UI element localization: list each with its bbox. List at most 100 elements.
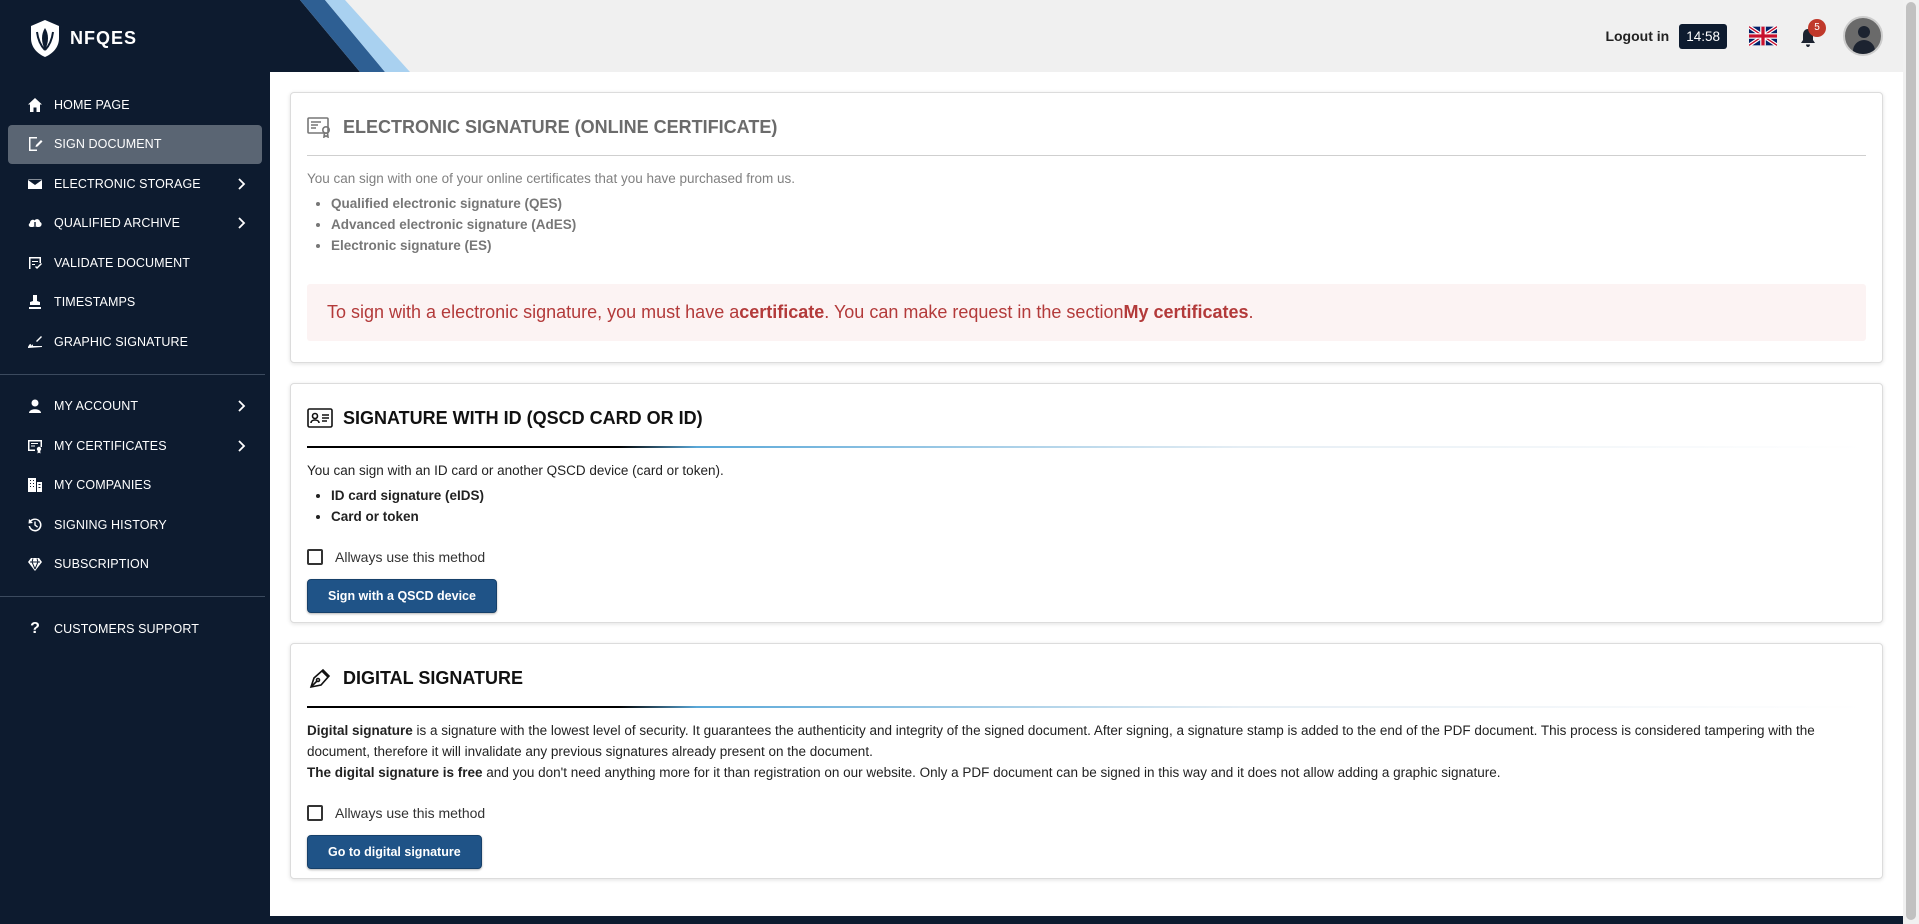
sidebar-item-home-page[interactable]: HOME PAGE [8,85,262,125]
cloud-archive-icon [26,214,44,232]
home-icon [26,96,44,114]
card-intro: You can sign with one of your online cer… [307,171,796,186]
sidebar-item-graphic-signature[interactable]: GRAPHIC SIGNATURE [8,322,262,362]
sidebar-item-electronic-storage[interactable]: ELECTRONIC STORAGE [8,164,262,204]
sidebar-item-validate-document[interactable]: VALIDATE DOCUMENT [8,243,262,283]
chevron-right-icon [236,399,246,413]
certificate-required-alert: To sign with a electronic signature, you… [307,284,1866,341]
always-use-method-row: Allways use this method [307,549,1866,565]
card-title: ELECTRONIC SIGNATURE (ONLINE CERTIFICATE… [343,116,778,137]
sidebar-item-customers-support[interactable]: ? CUSTOMERS SUPPORT [8,609,262,649]
sidebar-item-signing-history[interactable]: SIGNING HISTORY [8,505,262,545]
sidebar-item-my-certificates[interactable]: MY CERTIFICATES [8,426,262,466]
decorative-stripes [270,0,410,72]
sidebar-item-qualified-archive[interactable]: QUALIFIED ARCHIVE [8,204,262,244]
certificate-icon [307,116,333,139]
shield-logo-icon [31,20,59,57]
digital-free-note: The digital signature is free and you do… [307,762,1866,783]
digital-signature-card: DIGITAL SIGNATURE Digital signature is a… [290,643,1883,879]
sidebar-item-label: SIGN DOCUMENT [54,137,162,152]
free-note-text: and you don't need anything more for it … [482,765,1501,780]
checkbox-label: Allways use this method [335,805,486,821]
card-intro: You can sign with an ID card or another … [307,463,724,478]
card-title: SIGNATURE WITH ID (QSCD CARD OR ID) [343,407,703,428]
alert-certificate-link[interactable]: certificate [739,302,824,323]
card-header: ELECTRONIC SIGNATURE (ONLINE CERTIFICATE… [307,99,1866,155]
avatar[interactable] [1843,16,1883,56]
list-item: ID card signature (eIDS) [331,485,1866,506]
id-methods-list: ID card signature (eIDS) Card or token [331,485,1866,527]
header-divider [307,446,1866,448]
sign-with-qscd-button[interactable]: Sign with a QSCD device [307,579,497,613]
sidebar-item-label: MY ACCOUNT [54,399,139,414]
notifications-button[interactable]: 5 [1797,19,1826,48]
sidebar-item-label: ELECTRONIC STORAGE [54,176,201,191]
digital-signature-term: Digital signature [307,723,413,738]
sidebar-item-timestamps[interactable]: TIMESTAMPS [8,283,262,323]
sidebar-item-sign-document[interactable]: SIGN DOCUMENT [8,124,262,164]
top-bar: Logout in 14:58 5 [270,0,1903,72]
building-icon [26,476,44,494]
list-item: Advanced electronic signature (AdES) [331,214,1866,235]
diamond-icon [26,555,44,573]
sidebar-divider [0,373,265,375]
always-use-method-checkbox[interactable] [307,549,323,565]
card-title: DIGITAL SIGNATURE [343,667,523,688]
main-content: ELECTRONIC SIGNATURE (ONLINE CERTIFICATE… [270,72,1903,916]
id-card-icon [307,407,333,429]
alert-text: . [1248,302,1254,322]
top-bar-actions: Logout in 14:58 5 [1605,16,1883,56]
stamp-icon [26,293,44,311]
session-timer: 14:58 [1679,23,1727,49]
go-to-digital-signature-button[interactable]: Go to digital signature [307,835,482,869]
sidebar-item-label: MY COMPANIES [54,478,152,493]
brand-name: NFQES [70,27,138,48]
sidebar: NFQES HOME PAGE SIGN DOCUMENT ELECTRONIC… [0,0,270,924]
sidebar-item-label: HOME PAGE [54,97,130,112]
alert-text: To sign with a electronic signature, you… [327,302,740,322]
sidebar-item-my-account[interactable]: MY ACCOUNT [8,387,262,427]
sidebar-item-my-companies[interactable]: MY COMPANIES [8,466,262,506]
header-divider [307,706,1866,708]
free-note-bold: The digital signature is free [307,765,483,780]
list-item: Card or token [331,506,1866,527]
card-header: SIGNATURE WITH ID (QSCD CARD OR ID) [307,390,1866,446]
chevron-right-icon [236,439,246,453]
sidebar-divider [0,596,265,597]
pen-nib-icon [307,667,333,689]
history-icon [26,516,44,534]
signature-with-id-card: SIGNATURE WITH ID (QSCD CARD OR ID) You … [290,383,1883,623]
sidebar-item-label: VALIDATE DOCUMENT [54,255,190,270]
certificate-icon [26,437,44,455]
alert-my-certificates-link[interactable]: My certificates [1123,302,1248,323]
logout-countdown-label: Logout in [1605,28,1670,44]
notifications-badge: 5 [1808,19,1826,37]
digital-description: Digital signature is a signature with th… [307,720,1866,762]
sidebar-item-label: GRAPHIC SIGNATURE [54,334,189,349]
page-scrollbar[interactable] [1903,0,1919,924]
always-use-method-row: Allways use this method [307,805,1866,821]
sidebar-item-label: SUBSCRIPTION [54,557,149,572]
online-certificate-card: ELECTRONIC SIGNATURE (ONLINE CERTIFICATE… [290,92,1883,363]
sidebar-item-label: CUSTOMERS SUPPORT [54,621,200,636]
envelope-icon [26,175,44,193]
scrollbar-thumb[interactable] [1906,2,1916,920]
signature-types-list: Qualified electronic signature (QES) Adv… [331,193,1866,256]
checkbox-label: Allways use this method [335,549,486,565]
sidebar-item-label: QUALIFIED ARCHIVE [54,216,181,231]
validate-icon [26,254,44,272]
sidebar-item-subscription[interactable]: SUBSCRIPTION [8,545,262,585]
list-item: Qualified electronic signature (QES) [331,193,1866,214]
description-text: is a signature with the lowest level of … [307,723,1815,759]
card-header: DIGITAL SIGNATURE [307,650,1866,706]
signature-pen-icon [26,333,44,351]
sidebar-item-label: TIMESTAMPS [54,295,136,310]
brand-logo[interactable]: NFQES [28,18,137,58]
header-divider [307,155,1866,156]
uk-flag-icon[interactable] [1749,26,1777,46]
list-item: Electronic signature (ES) [331,235,1866,256]
sidebar-item-label: MY CERTIFICATES [54,438,167,453]
always-use-method-checkbox[interactable] [307,805,323,821]
user-icon [26,397,44,415]
sidebar-item-label: SIGNING HISTORY [54,517,167,532]
